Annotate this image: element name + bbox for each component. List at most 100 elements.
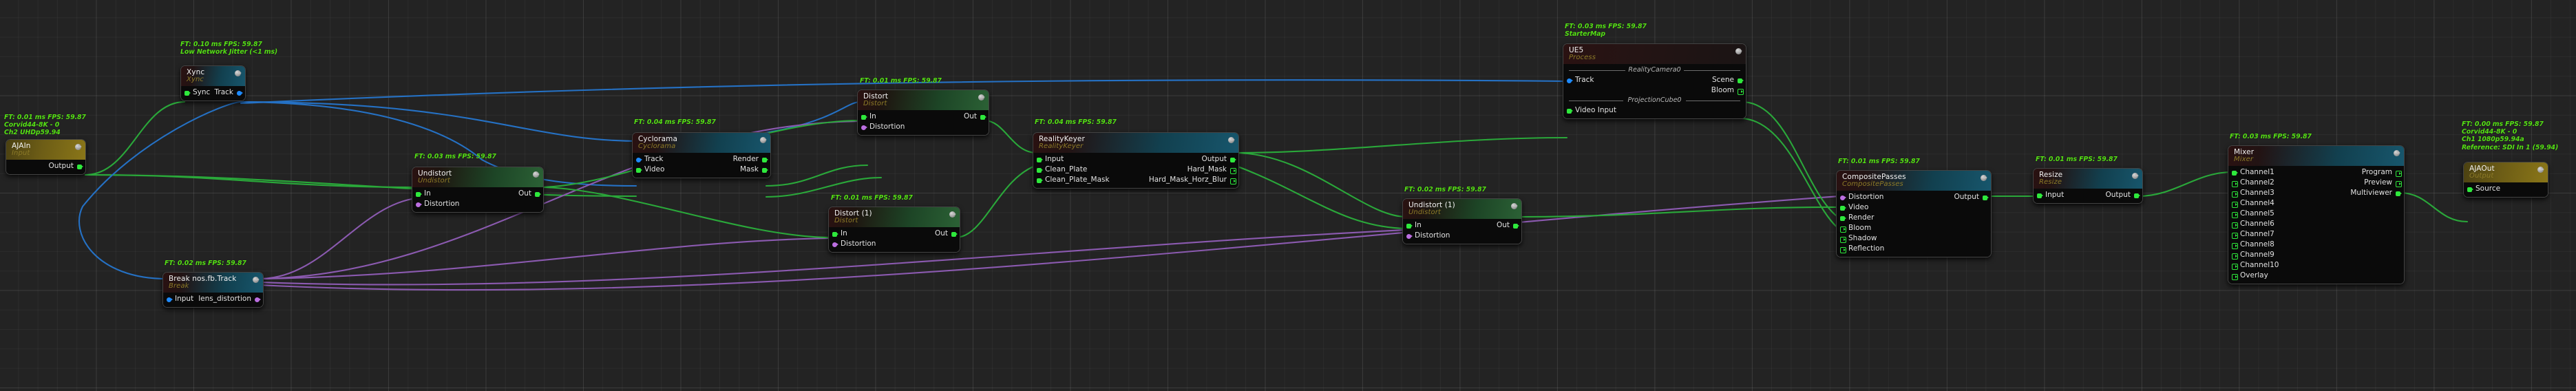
in-left-pin-icon[interactable] bbox=[1406, 223, 1413, 229]
video-left-pin-icon[interactable] bbox=[636, 167, 642, 173]
node-header[interactable]: Break nos.fb.Track Break bbox=[163, 273, 263, 293]
track-left-pin-icon[interactable] bbox=[1567, 78, 1573, 83]
out-right-pin-icon[interactable] bbox=[535, 191, 541, 197]
sync-left-pin-icon[interactable] bbox=[184, 90, 191, 96]
node-port-row: Reflection bbox=[1837, 244, 1991, 254]
video-input-left-pin-icon[interactable] bbox=[1567, 108, 1573, 114]
node-compositepasses[interactable]: CompositePasses CompositePasses Distortion… bbox=[1836, 170, 1992, 258]
node-menu-dot-icon[interactable] bbox=[2394, 150, 2400, 156]
render-left-pin-icon[interactable] bbox=[1840, 215, 1846, 221]
render-right-pin-icon[interactable] bbox=[762, 157, 768, 162]
node-header[interactable]: Distort Distort bbox=[858, 90, 989, 111]
node-menu-dot-icon[interactable] bbox=[533, 171, 540, 178]
output-right-pin-icon[interactable] bbox=[1983, 195, 1989, 200]
distortion-left-pin-icon[interactable] bbox=[1840, 195, 1846, 200]
node-mixer[interactable]: Mixer Mixer Channel1 Program Channel2 Preview… bbox=[2228, 145, 2405, 285]
node-realitykeyer[interactable]: RealityKeyer RealityKeyer Input Output Clean… bbox=[1033, 132, 1239, 189]
node-menu-dot-icon[interactable] bbox=[253, 277, 260, 283]
in-left-pin-icon[interactable] bbox=[416, 191, 422, 197]
program-right-pin-icon[interactable] bbox=[2396, 170, 2402, 177]
node-ue5[interactable]: UE5 Process RealityCamera0 Track Scene Bloom P… bbox=[1563, 43, 1746, 120]
node-subtitle: RealityKeyer bbox=[1039, 142, 1084, 151]
preview-right-pin-icon[interactable] bbox=[2396, 180, 2402, 187]
node-xync[interactable]: Xync Xync Sync Track bbox=[180, 65, 246, 102]
distortion-left-pin-icon[interactable] bbox=[861, 125, 867, 130]
node-menu-dot-icon[interactable] bbox=[949, 211, 956, 218]
node-header[interactable]: RealityKeyer RealityKeyer bbox=[1033, 133, 1238, 154]
node-menu-dot-icon[interactable] bbox=[978, 94, 985, 101]
node-ajain[interactable]: AJAIn Input Output bbox=[6, 139, 86, 176]
video-left-pin-icon[interactable] bbox=[1840, 205, 1846, 211]
source-left-pin-icon[interactable] bbox=[2467, 187, 2473, 192]
track-right-pin-icon[interactable] bbox=[237, 90, 243, 96]
channel3-left-pin-icon[interactable] bbox=[2232, 191, 2238, 198]
out-right-pin-icon[interactable] bbox=[980, 114, 986, 120]
node-ajaout[interactable]: AJAOut Output Source bbox=[2463, 162, 2548, 198]
node-distort[interactable]: Distort Distort In Out Distortion bbox=[857, 89, 989, 136]
node-cyclorama[interactable]: Cyclorama Cyclorama Track Render Video Mask bbox=[632, 132, 771, 179]
channel10-left-pin-icon[interactable] bbox=[2232, 263, 2238, 270]
node-menu-dot-icon[interactable] bbox=[760, 137, 767, 143]
node-header[interactable]: Xync Xync bbox=[181, 66, 245, 87]
node-header[interactable]: Resize Resize bbox=[2034, 169, 2142, 189]
node-menu-dot-icon[interactable] bbox=[1735, 48, 1742, 54]
node-header[interactable]: AJAOut Output bbox=[2464, 162, 2548, 183]
node-header[interactable]: Undistort Undistort bbox=[412, 167, 543, 188]
node-menu-dot-icon[interactable] bbox=[2537, 167, 2544, 173]
node-header[interactable]: CompositePasses CompositePasses bbox=[1837, 171, 1991, 191]
node-graph-canvas[interactable]: FT: 0.01 ms FPS: 59.87 Corvid44-8K - 0 C… bbox=[0, 0, 2576, 391]
mask-right-pin-icon[interactable] bbox=[762, 167, 768, 173]
in-left-pin-icon[interactable] bbox=[832, 231, 838, 237]
node-break-nos-fb-track[interactable]: Break nos.fb.Track Break Input lens_distort… bbox=[162, 272, 264, 308]
distortion-left-pin-icon[interactable] bbox=[1406, 233, 1413, 239]
node-menu-dot-icon[interactable] bbox=[2132, 173, 2139, 179]
hard-mask-horz-blur-right-pin-icon[interactable] bbox=[1230, 178, 1236, 184]
clean-plate-left-pin-icon[interactable] bbox=[1037, 167, 1043, 173]
channel1-left-pin-icon[interactable] bbox=[2232, 170, 2238, 176]
node-header[interactable]: Distort (1) Distort bbox=[829, 207, 960, 228]
distortion-left-pin-icon[interactable] bbox=[416, 202, 422, 207]
node-menu-dot-icon[interactable] bbox=[1511, 203, 1518, 209]
lens-distortion-right-pin-icon[interactable] bbox=[255, 297, 261, 302]
channel2-left-pin-icon[interactable] bbox=[2232, 180, 2238, 187]
hard-mask-right-pin-icon[interactable] bbox=[1230, 167, 1236, 174]
output-right-pin-icon[interactable] bbox=[2134, 193, 2140, 198]
out-right-pin-icon[interactable] bbox=[951, 231, 958, 237]
in-left-pin-icon[interactable] bbox=[861, 114, 867, 120]
node-undistort-1[interactable]: Undistort (1) Undistort In Out Distortion bbox=[1402, 198, 1522, 245]
out-right-pin-icon[interactable] bbox=[1513, 223, 1519, 229]
input-left-pin-icon[interactable] bbox=[1037, 157, 1043, 162]
channel7-left-pin-icon[interactable] bbox=[2232, 232, 2238, 239]
node-undistort[interactable]: Undistort Undistort In Out Distortion bbox=[412, 167, 544, 213]
node-menu-dot-icon[interactable] bbox=[1228, 137, 1235, 143]
node-distort-1[interactable]: Distort (1) Distort In Out Distortion bbox=[828, 207, 960, 253]
bloom-left-pin-icon[interactable] bbox=[1840, 226, 1846, 233]
input-left-pin-icon[interactable] bbox=[167, 297, 173, 302]
node-header[interactable]: AJAIn Input bbox=[6, 140, 85, 160]
node-menu-dot-icon[interactable] bbox=[75, 144, 82, 150]
channel5-left-pin-icon[interactable] bbox=[2232, 211, 2238, 218]
node-header[interactable]: Undistort (1) Undistort bbox=[1403, 199, 1521, 220]
reflection-left-pin-icon[interactable] bbox=[1840, 246, 1846, 253]
track-left-pin-icon[interactable] bbox=[636, 157, 642, 162]
multiviewer-right-pin-icon[interactable] bbox=[2396, 191, 2402, 196]
node-menu-dot-icon[interactable] bbox=[235, 70, 242, 76]
channel9-left-pin-icon[interactable] bbox=[2232, 253, 2238, 260]
scene-right-pin-icon[interactable] bbox=[1738, 78, 1744, 83]
overlay-left-pin-icon[interactable] bbox=[2232, 273, 2238, 280]
shadow-left-pin-icon[interactable] bbox=[1840, 236, 1846, 243]
channel4-left-pin-icon[interactable] bbox=[2232, 201, 2238, 208]
node-header[interactable]: Cyclorama Cyclorama bbox=[633, 133, 770, 154]
channel8-left-pin-icon[interactable] bbox=[2232, 242, 2238, 249]
clean-plate-mask-left-pin-icon[interactable] bbox=[1037, 178, 1043, 183]
node-header[interactable]: Mixer Mixer bbox=[2228, 146, 2404, 167]
channel6-left-pin-icon[interactable] bbox=[2232, 222, 2238, 229]
node-header[interactable]: UE5 Process bbox=[1563, 44, 1746, 65]
input-left-pin-icon[interactable] bbox=[2037, 193, 2043, 198]
output-right-pin-icon[interactable] bbox=[77, 164, 83, 169]
output-right-pin-icon[interactable] bbox=[1230, 157, 1236, 162]
bloom-right-pin-icon[interactable] bbox=[1738, 88, 1744, 95]
node-resize[interactable]: Resize Resize Input Output bbox=[2033, 168, 2143, 204]
distortion-left-pin-icon[interactable] bbox=[832, 242, 838, 247]
node-menu-dot-icon[interactable] bbox=[1981, 175, 1987, 181]
